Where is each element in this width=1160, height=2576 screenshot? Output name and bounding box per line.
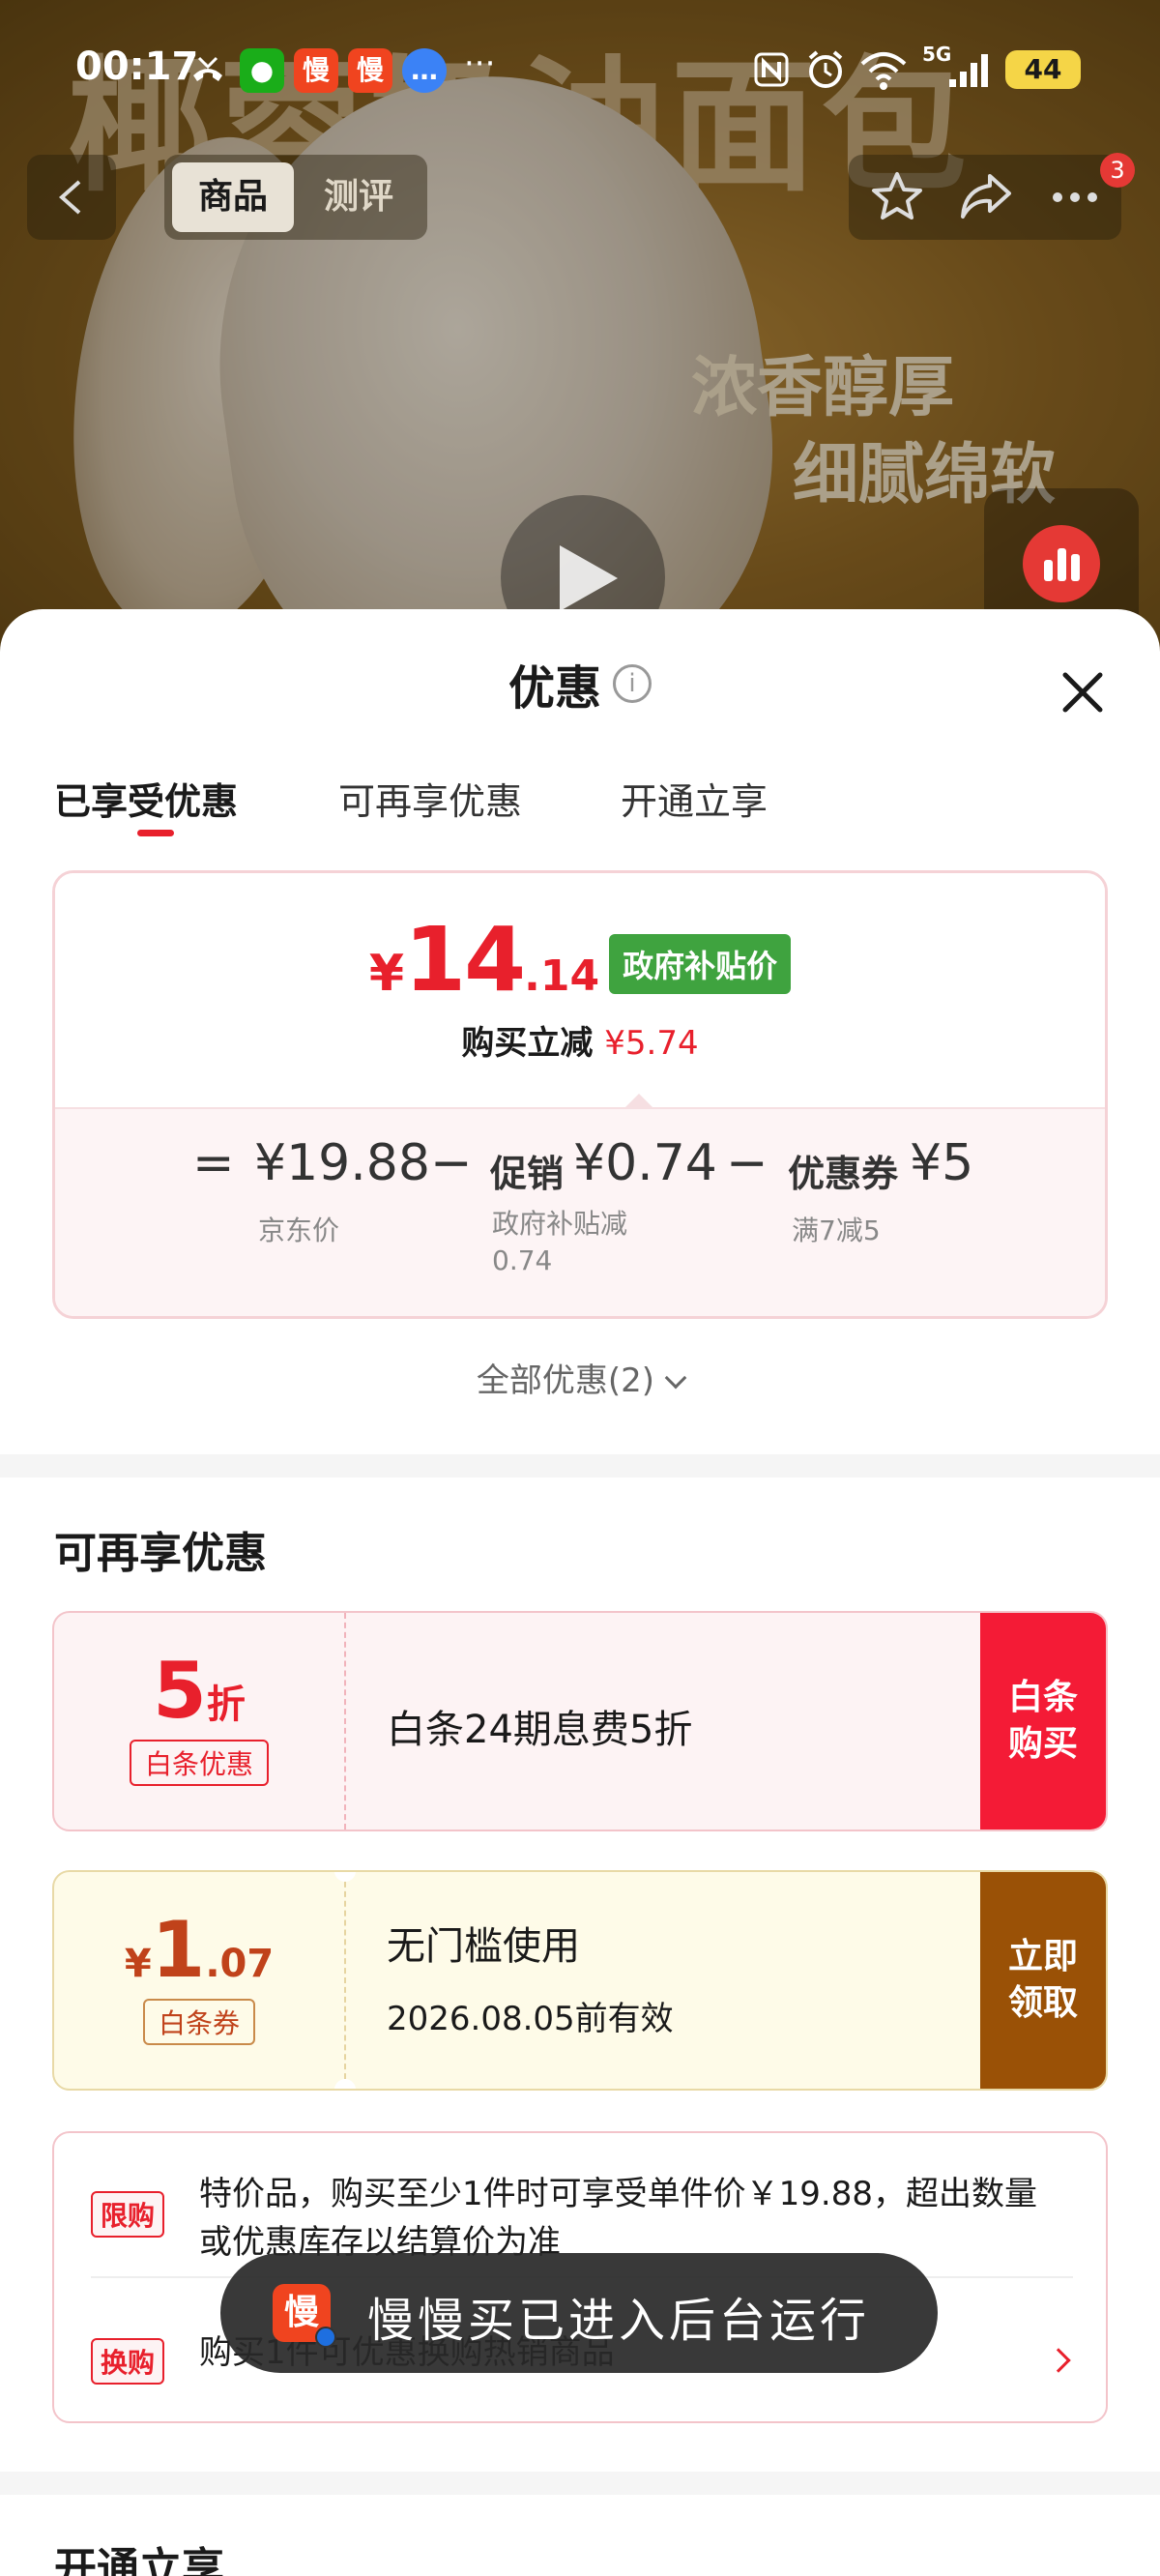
coupon-description: 白条24期息费5折 <box>387 1708 693 1752</box>
bar-chart-icon <box>1023 525 1100 602</box>
coupon-amount-integer: 1 <box>151 1905 206 1995</box>
promo-label: 促销 <box>490 1153 565 1195</box>
star-icon[interactable] <box>868 168 926 226</box>
missed-call-icon <box>193 56 222 81</box>
reduce-amount: ¥5.74 <box>604 1024 699 1063</box>
signal-icon <box>949 54 988 87</box>
coupon-tag: 白条优惠 <box>129 1740 269 1786</box>
sheet-title-text: 优惠 <box>508 661 601 716</box>
share-icon[interactable] <box>957 168 1015 226</box>
coupon-separator <box>344 1613 346 1830</box>
message-icon: … <box>402 48 447 93</box>
final-price: ¥14.14 政府补贴价 <box>55 908 1105 1011</box>
coupon-validity: 2026.08.05前有效 <box>387 2000 674 2038</box>
coupon-value: ¥1.07 白条券 <box>54 1872 344 2089</box>
claim-coupon-button[interactable]: 立即领取 <box>980 1872 1106 2089</box>
baitiao-buy-button[interactable]: 白条购买 <box>980 1613 1106 1830</box>
section-more-title: 可再享优惠 <box>54 1529 267 1578</box>
coupon-discount-number: 5 <box>153 1646 207 1736</box>
rule-tag-exchange: 换购 <box>91 2338 165 2385</box>
top-nav-actions <box>849 155 1121 240</box>
play-icon <box>560 545 618 611</box>
nfc-icon <box>754 52 789 87</box>
info-icon[interactable]: i <box>613 664 652 703</box>
price-breakdown-card: ¥14.14 政府补贴价 购买立减 ¥5.74 = ¥19.88 京东价 − 促销… <box>52 870 1108 1319</box>
coupon-discount-unit: 折 <box>206 1683 246 1727</box>
manman-icon: 慢 <box>294 48 338 93</box>
coupon-label: 优惠券 <box>788 1153 899 1195</box>
chevron-left-icon <box>58 180 81 215</box>
promo-tabs: 已享受优惠 可再享优惠 开通立享 <box>0 772 1160 849</box>
toast-message: 慢慢买已进入后台运行 <box>367 2294 871 2348</box>
coupon-separator <box>344 1872 346 2089</box>
battery-indicator: 44 <box>1005 50 1081 89</box>
tab-join[interactable]: 开通立享 <box>621 772 768 825</box>
all-promos-toggle[interactable]: 全部优惠(2) <box>0 1354 1160 1401</box>
section-divider <box>0 1454 1160 1478</box>
more-icon[interactable] <box>1046 168 1104 226</box>
top-nav-tabs: 商品 测评 <box>164 155 427 240</box>
minus-sign-2: − <box>726 1134 768 1192</box>
minus-sign-1: − <box>430 1134 473 1192</box>
reduce-label: 购买立减 <box>461 1024 594 1063</box>
equals-sign: = <box>192 1134 235 1192</box>
tab-enjoyed[interactable]: 已享受优惠 <box>54 772 238 825</box>
price-decimal: .14 <box>524 951 600 1001</box>
back-button[interactable] <box>27 155 116 240</box>
coupon-amount: ¥5 <box>910 1134 974 1192</box>
status-overflow: ··· <box>464 44 496 83</box>
rule-tag-limit: 限购 <box>91 2191 165 2238</box>
price-currency: ¥ <box>368 945 405 1003</box>
pointer-caret <box>625 1094 652 1107</box>
coupon-amount-decimal: .07 <box>205 1942 275 1986</box>
all-promos-label: 全部优惠(2) <box>476 1361 655 1400</box>
instant-reduce: 购买立减 ¥5.74 <box>55 1016 1105 1064</box>
price-integer: 14 <box>404 908 526 1011</box>
jd-price-label: 京东价 <box>258 1215 340 1246</box>
price-formula: = ¥19.88 京东价 − 促销 ¥0.74 政府补贴减0.74 − 优惠券 … <box>55 1107 1105 1316</box>
promo-amount: ¥0.74 <box>573 1134 717 1192</box>
promo-sub-label: 政府补贴减0.74 <box>492 1208 628 1276</box>
wifi-icon <box>860 52 907 90</box>
alarm-icon <box>808 50 843 88</box>
close-icon[interactable] <box>1054 663 1112 721</box>
wechat-icon: ● <box>240 48 284 93</box>
gov-subsidy-tag: 政府补贴价 <box>609 934 792 994</box>
background-run-toast: 慢 慢慢买已进入后台运行 <box>220 2253 938 2373</box>
status-bar: 00:17 ● 慢 慢 … ··· 5G 44 <box>0 0 1160 135</box>
coupon-notch-bottom <box>334 2079 356 2089</box>
section-join-title: 开通立享 <box>54 2544 224 2576</box>
manman-app-icon: 慢 <box>273 2284 336 2348</box>
manman-icon-2: 慢 <box>348 48 392 93</box>
coupon-sub-label: 满7减5 <box>792 1215 881 1246</box>
status-time: 00:17 <box>75 44 199 89</box>
tab-more-available[interactable]: 可再享优惠 <box>338 772 522 825</box>
notification-badge: 3 <box>1100 153 1135 188</box>
tab-review[interactable]: 测评 <box>298 162 420 232</box>
coupon-tag: 白条券 <box>142 1999 255 2045</box>
sheet-title: 优惠 i <box>0 650 1160 717</box>
tab-product[interactable]: 商品 <box>172 162 294 232</box>
chevron-down-icon <box>664 1366 687 1390</box>
rule-text-limit: 特价品，购买至少1件时可享受单件价￥19.88，超出数量或优惠库存以结算价为准 <box>199 2175 1037 2262</box>
section-divider-2 <box>0 2472 1160 2495</box>
coupon-description: 无门槛使用 <box>387 1924 580 1969</box>
baitiao-voucher-coupon: ¥1.07 白条券 无门槛使用 2026.08.05前有效 立即领取 <box>52 1870 1108 2091</box>
tab-indicator <box>137 830 174 836</box>
jd-price: ¥19.88 <box>254 1134 430 1192</box>
coupon-value: 5折 白条优惠 <box>54 1613 344 1830</box>
baitiao-discount-coupon: 5折 白条优惠 白条24期息费5折 白条购买 <box>52 1611 1108 1831</box>
coupon-currency: ¥ <box>124 1942 152 1986</box>
final-price-area: ¥14.14 政府补贴价 购买立减 ¥5.74 <box>55 873 1105 1107</box>
